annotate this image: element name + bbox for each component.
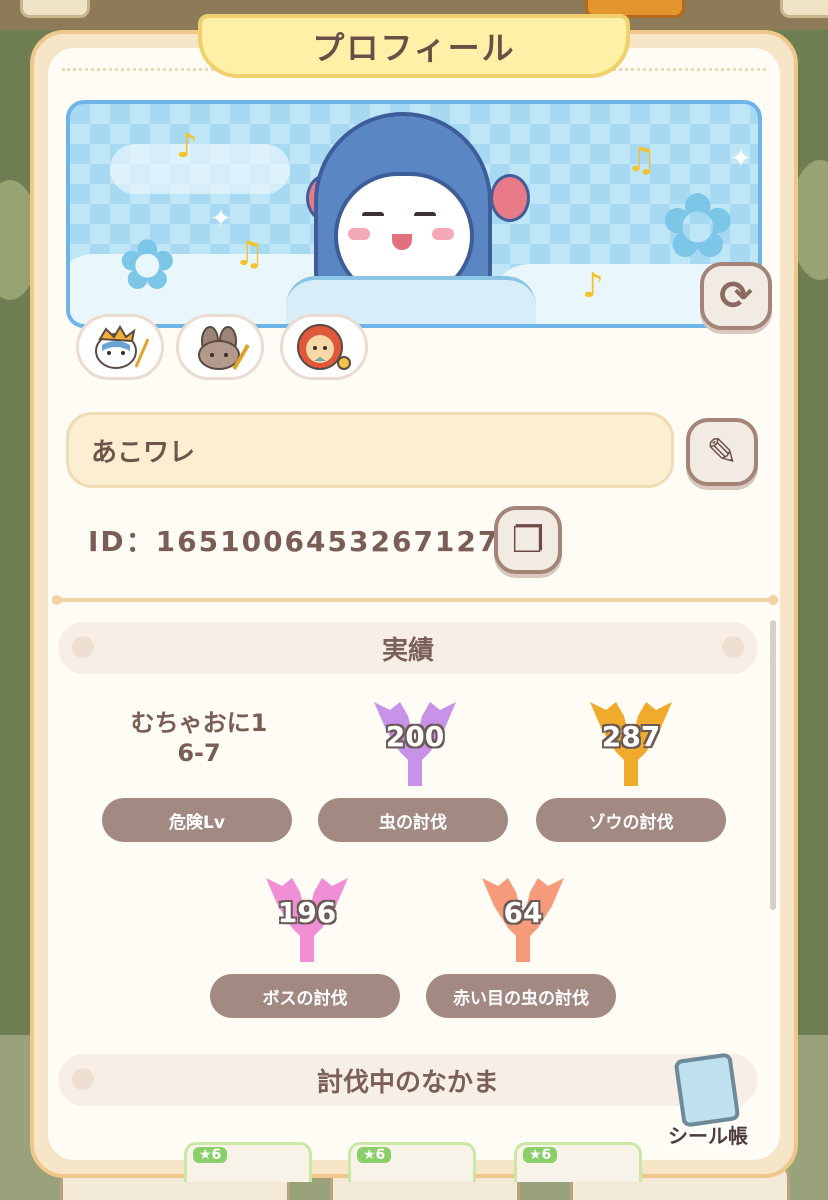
modal-title-banner: プロフィール [198,14,630,78]
boss-kill-label: ボスの討伐 [210,974,400,1018]
mascot-cheek [432,228,454,240]
companions-title: 討伐中のなかま [316,1067,499,1098]
hachiware-badge-icon [95,325,150,369]
danger-level-value: むちゃおに1 6-7 [130,709,268,767]
companion-card[interactable]: ★6 [514,1142,642,1182]
shisa-badge-icon [297,324,351,370]
modal-title: プロフィール [312,29,516,67]
achievements-title: 実績 [381,635,434,666]
clover-decoration-icon [72,636,94,658]
character-badge-hachiware[interactable] [76,314,164,380]
pencil-icon: ✎ [706,430,738,474]
background-button [20,0,90,18]
usagi-badge-icon [198,326,250,371]
refresh-icon: ⟳ [719,273,753,319]
copy-icon: ❐ [511,519,545,561]
background-button [780,0,828,18]
sparkle-icon: ✦ [210,204,232,234]
player-id: ID：1651006453267127 [88,525,500,558]
elephant-kill-trophy: 287 [576,696,686,792]
divider [52,595,778,605]
mascot-ear [490,174,530,222]
copy-id-button[interactable]: ❐ [494,506,562,574]
flower-decoration-icon: ✿ [118,224,177,306]
mascot-cheek [348,228,370,240]
sticker-book-icon [673,1052,741,1128]
companion-card[interactable]: ★6 [184,1142,312,1182]
mascot-eye [414,212,436,218]
elephant-kill-count: 287 [601,720,661,753]
boss-kill-count: 196 [277,896,337,929]
companions-header: 討伐中のなかま [58,1054,758,1106]
clover-decoration-icon [722,636,744,658]
achievements-header: 実績 [58,622,758,674]
clover-decoration-icon [72,1068,94,1090]
companion-rank: ★6 [193,1147,228,1163]
elephant-kill-label: ゾウの討伐 [536,798,726,842]
scrollbar[interactable] [770,620,776,910]
player-name: あこワレ [91,437,196,468]
companion-rank: ★6 [523,1147,558,1163]
character-badge-shisa[interactable] [280,314,368,380]
refresh-banner-button[interactable]: ⟳ [700,262,772,330]
music-note-icon: ♪ [582,266,604,306]
boss-kill-trophy: 196 [252,872,362,968]
music-note-icon: ♫ [626,140,657,180]
edit-name-button[interactable]: ✎ [686,418,758,486]
bug-kill-count: 200 [385,720,445,753]
bug-kill-trophy: 200 [360,696,470,792]
bug-kill-label: 虫の討伐 [318,798,508,842]
danger-level-label: 危険Lv [102,798,292,842]
red-eye-bug-kill-count: 64 [503,896,543,929]
red-eye-bug-kill-trophy: 64 [468,872,578,968]
companion-rank: ★6 [357,1147,392,1163]
music-note-icon: ♪ [176,126,198,166]
cloud-decoration [110,144,290,194]
character-badge-usagi[interactable] [176,314,264,380]
music-note-icon: ♫ [234,234,265,274]
sticker-book-button[interactable]: シール帳 [662,1052,754,1148]
player-name-field[interactable]: あこワレ [66,412,674,488]
mascot-eye [362,212,384,218]
profile-banner-image: ✿ ✿ ♪ ♫ ♫ ♪ ✦ ✦ [66,100,762,328]
companion-card[interactable]: ★6 [348,1142,476,1182]
sparkle-icon: ✦ [730,144,752,174]
red-eye-bug-kill-label: 赤い目の虫の討伐 [426,974,616,1018]
sticker-book-label: シール帳 [668,1124,748,1148]
